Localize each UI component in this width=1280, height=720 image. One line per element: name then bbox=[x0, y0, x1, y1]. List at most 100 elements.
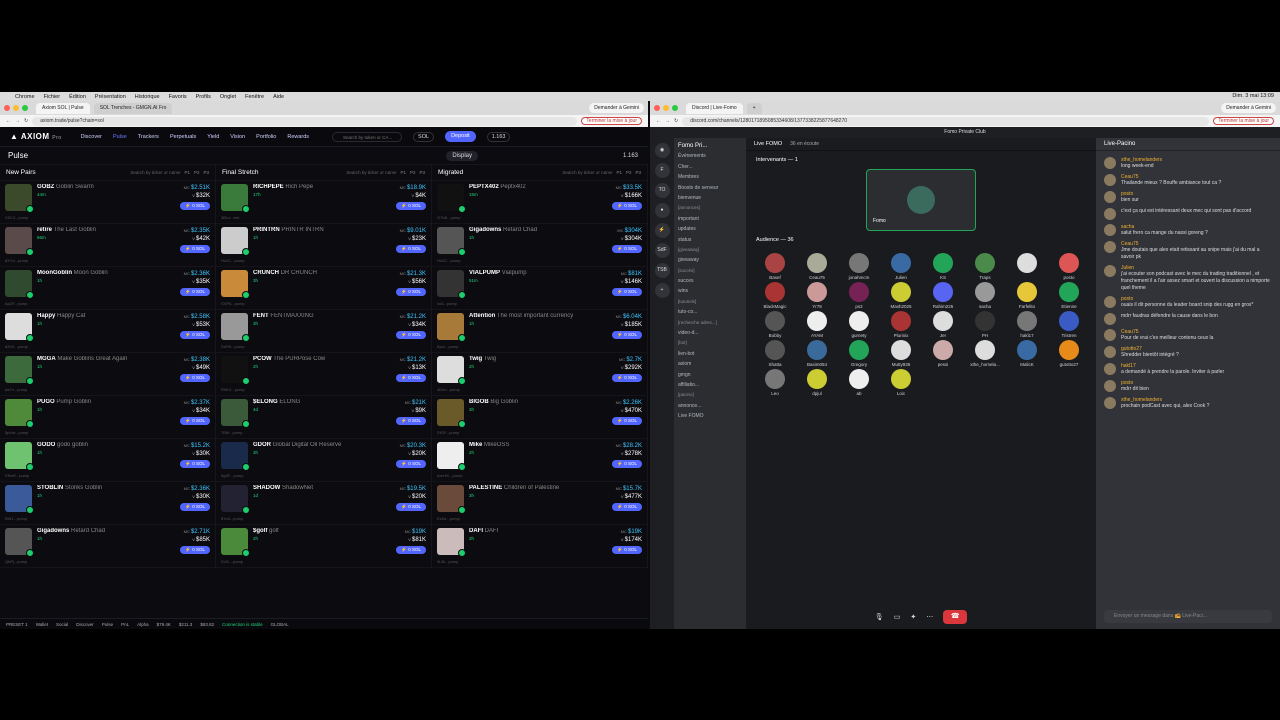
token-address[interactable]: 2x3L...pump bbox=[221, 559, 243, 564]
nav-rewards[interactable]: Rewards bbox=[287, 134, 309, 140]
preset-tab[interactable]: P2 bbox=[626, 170, 632, 175]
nav-yield[interactable]: Yield bbox=[207, 134, 219, 140]
menu-item[interactable]: Favoris bbox=[169, 94, 187, 100]
menu-item[interactable]: Fichier bbox=[44, 94, 61, 100]
token-address[interactable]: 5pUw...pump bbox=[5, 430, 28, 435]
footer-item[interactable]: Social bbox=[56, 622, 68, 627]
back-icon[interactable]: ← bbox=[656, 118, 661, 124]
window-controls[interactable] bbox=[4, 105, 28, 111]
mic-icon[interactable]: 🎙 bbox=[875, 613, 884, 621]
nav-portfolio[interactable]: Portfolio bbox=[256, 134, 276, 140]
buy-button[interactable]: ⚡ 0 SOL bbox=[396, 460, 426, 468]
token-row[interactable]: GOBZ Goblin Swarm 44m X5C3...pump MC $2.51K… bbox=[0, 181, 215, 224]
channel-item[interactable]: Live FOMO bbox=[678, 411, 742, 421]
buy-button[interactable]: ⚡ 0 SOL bbox=[612, 245, 642, 253]
audience-member[interactable]: Bobby bbox=[754, 311, 796, 338]
token-row[interactable]: RICHPEPE Rich Pepe 17h 3BLo...bnt MC $18.9K… bbox=[216, 181, 431, 224]
leave-button[interactable]: ☎ bbox=[943, 610, 968, 624]
server-icon[interactable]: SdF bbox=[654, 243, 670, 258]
channel-item[interactable]: giveaway bbox=[678, 255, 742, 265]
buy-button[interactable]: ⚡ 0 SOL bbox=[180, 245, 210, 253]
nav-discover[interactable]: Discover bbox=[81, 134, 102, 140]
token-row[interactable]: Gigadowns Retard Chad 1h Hn2C...pump MC $30… bbox=[432, 224, 647, 267]
token-address[interactable]: EzNz...pump bbox=[437, 516, 460, 521]
audience-member[interactable]: pessi bbox=[922, 340, 964, 367]
audience-member[interactable]: MalicK bbox=[1006, 340, 1048, 367]
channel-item[interactable]: wins bbox=[678, 286, 742, 296]
column-search[interactable]: Search by ticker or name bbox=[263, 170, 396, 175]
channel-item[interactable]: Événements bbox=[678, 151, 742, 161]
server-icon[interactable]: ● bbox=[654, 203, 670, 218]
wallet-balance[interactable]: 1.163 bbox=[486, 131, 511, 142]
token-address[interactable]: SVPA...pump bbox=[221, 301, 245, 306]
audience-member[interactable]: Basim054 bbox=[796, 340, 838, 367]
channel-item[interactable]: gmgn bbox=[678, 370, 742, 380]
audience-member[interactable]: Tristren bbox=[1048, 311, 1090, 338]
channel-item[interactable]: axiom bbox=[678, 359, 742, 369]
back-icon[interactable]: ← bbox=[6, 118, 11, 124]
server-icon[interactable]: + bbox=[654, 283, 670, 298]
buy-button[interactable]: ⚡ 0 SOL bbox=[180, 331, 210, 339]
channel-item[interactable]: [bot] bbox=[678, 338, 742, 348]
footer-item[interactable]: Wallet bbox=[36, 622, 48, 627]
preset-tab[interactable]: P3 bbox=[419, 170, 425, 175]
audience-member[interactable]: Etienne bbox=[1048, 282, 1090, 309]
reload-icon[interactable]: ↻ bbox=[674, 118, 678, 124]
audience-member[interactable]: ps2 bbox=[838, 282, 880, 309]
channel-item[interactable]: annonce... bbox=[678, 401, 742, 411]
audience-member[interactable]: gurnety bbox=[838, 311, 880, 338]
audience-member[interactable]: Mutty936 bbox=[880, 340, 922, 367]
token-row[interactable]: VIALPUMP Vialpump 51m 4x3...pump MC $81K V $… bbox=[432, 267, 647, 310]
discord-home-icon[interactable]: ◉ bbox=[654, 143, 670, 158]
reload-icon[interactable]: ↻ bbox=[24, 118, 28, 124]
audience-member[interactable]: Yr78 bbox=[796, 282, 838, 309]
menu-item[interactable]: Onglet bbox=[220, 94, 236, 100]
display-button[interactable]: Display bbox=[446, 150, 478, 161]
footer-item[interactable]: $83.82 bbox=[200, 622, 214, 627]
audience-member[interactable]: Leo bbox=[754, 369, 796, 396]
chain-selector[interactable]: SOL bbox=[413, 131, 435, 142]
token-row[interactable]: $golf golf 2h 2x3L...pump MC $19K V $81K ⚡ 0 … bbox=[216, 525, 431, 568]
buy-button[interactable]: ⚡ 0 SOL bbox=[612, 546, 642, 554]
token-address[interactable]: 6ysx...pump bbox=[437, 344, 459, 349]
audience-member[interactable]: KS bbox=[922, 253, 964, 280]
audience-member[interactable]: xthe_homela... bbox=[964, 340, 1006, 367]
footer-item[interactable]: $211.3 bbox=[179, 622, 192, 627]
audience-member[interactable]: Plurinix bbox=[880, 311, 922, 338]
menu-item[interactable]: Chrome bbox=[15, 94, 35, 100]
token-row[interactable]: CRUNCH DR CRUNCH 3h SVPA...pump MC $21.3K V … bbox=[216, 267, 431, 310]
buy-button[interactable]: ⚡ 0 SOL bbox=[396, 374, 426, 382]
tab-discord[interactable]: Discord | Live-Fomo bbox=[686, 102, 743, 114]
screen-icon[interactable]: ▭ bbox=[894, 613, 901, 621]
token-row[interactable]: FENT FENTMAXXING 3h DeR9...pump MC $21.2K V … bbox=[216, 310, 431, 353]
address-bar[interactable]: discord.com/channels/1280171895085334608… bbox=[682, 116, 1210, 126]
token-row[interactable]: BIGOB Big Goblin 3h SIGF...pump MC $2.26K V … bbox=[432, 396, 647, 439]
gemini-button[interactable]: Demander à Gemini bbox=[589, 103, 644, 113]
audience-member[interactable]: Jer bbox=[922, 311, 964, 338]
audience-member[interactable]: PH bbox=[964, 311, 1006, 338]
channel-item[interactable]: status bbox=[678, 235, 742, 245]
nav-vision[interactable]: Vision bbox=[230, 134, 245, 140]
channel-item[interactable]: updates bbox=[678, 224, 742, 234]
token-address[interactable]: DeR9...pump bbox=[221, 344, 245, 349]
search-input[interactable]: Search by token or CA... bbox=[332, 131, 403, 142]
tab-axiom[interactable]: Axiom SOL | Pulse bbox=[36, 102, 90, 114]
token-address[interactable]: F8mR...pump bbox=[5, 473, 29, 478]
buy-button[interactable]: ⚡ 0 SOL bbox=[180, 374, 210, 382]
token-address[interactable]: SIGF...pump bbox=[437, 430, 459, 435]
buy-button[interactable]: ⚡ 0 SOL bbox=[612, 503, 642, 511]
buy-button[interactable]: ⚡ 0 SOL bbox=[180, 460, 210, 468]
token-row[interactable]: PCOW The PURPose Cow 2h PAKX...pump MC $21.… bbox=[216, 353, 431, 396]
token-row[interactable]: MGGA Make Goblins Great Again 1h da7n...pu… bbox=[0, 353, 215, 396]
more-icon[interactable]: ⋯ bbox=[926, 613, 933, 621]
token-address[interactable]: 7BM...pump bbox=[221, 430, 243, 435]
token-address[interactable]: 9LBi...pump bbox=[437, 559, 458, 564]
server-icon[interactable]: ⚡ bbox=[654, 223, 670, 238]
tab-gmgn[interactable]: SOL Trenches - GMGN.AI Fro bbox=[93, 102, 173, 114]
channel-item[interactable]: bienvenue bbox=[678, 193, 742, 203]
buy-button[interactable]: ⚡ 0 SOL bbox=[180, 503, 210, 511]
token-row[interactable]: PRINTRN PRINTR INTRN 1h Hu2C...pump MC $9.0… bbox=[216, 224, 431, 267]
window-controls[interactable] bbox=[654, 105, 678, 111]
channel-item[interactable]: [pacino] bbox=[678, 390, 742, 400]
audience-member[interactable]: gutotto27 bbox=[1048, 340, 1090, 367]
